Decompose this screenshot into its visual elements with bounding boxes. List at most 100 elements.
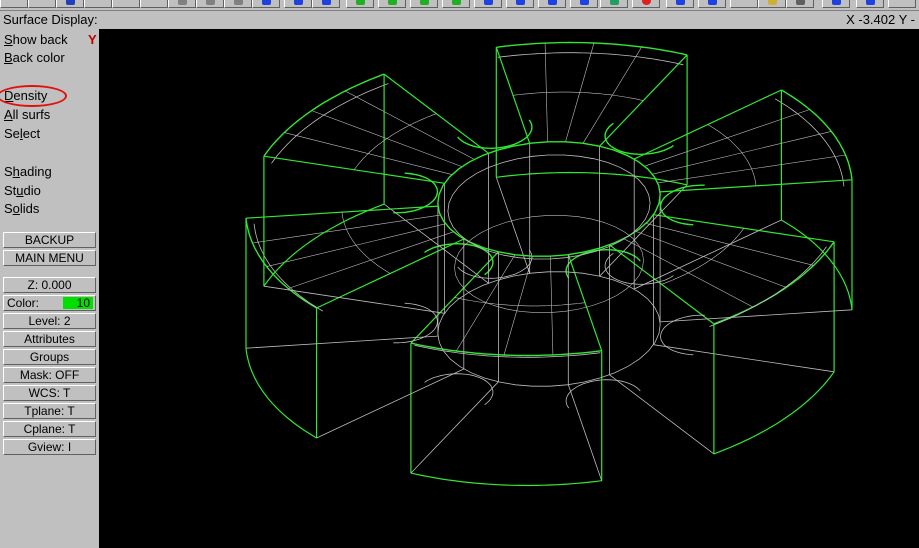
toolbar-button[interactable]: [730, 0, 758, 8]
prompt-bar: Surface Display: X -3.402 Y -: [0, 11, 919, 29]
radial-edge-top: [495, 47, 531, 144]
radial-edge-bottom: [634, 219, 782, 290]
radial-edge-top: [567, 254, 603, 351]
toolbar-button[interactable]: [786, 0, 814, 8]
toolbar-button[interactable]: [196, 0, 224, 8]
cube-view-icon: [548, 0, 557, 5]
attributes-button[interactable]: Attributes: [3, 331, 96, 347]
toolbar-button[interactable]: [28, 0, 56, 8]
toolbar-button[interactable]: [442, 0, 470, 8]
radial-edge-bottom: [609, 374, 715, 455]
toolbar-button[interactable]: [284, 0, 312, 8]
radial-edge-bottom: [567, 384, 603, 481]
radial-edge-top: [383, 73, 489, 154]
backup-button[interactable]: BACKUP: [3, 232, 96, 248]
color-button[interactable]: Color: 10: [3, 295, 96, 311]
shade-icon: [610, 0, 619, 5]
cube-view-icon: [356, 0, 365, 5]
toolbar-button[interactable]: [224, 0, 252, 8]
stop-icon: [642, 0, 651, 5]
radial-edge-bottom: [495, 177, 531, 274]
menu-item-select[interactable]: Select: [4, 126, 40, 142]
toolbar-button[interactable]: [252, 0, 280, 8]
menu-item-all-surfs[interactable]: All surfs: [4, 107, 50, 123]
slot-end-top: [457, 119, 533, 150]
toolbar-button[interactable]: [168, 0, 196, 8]
outer-edge-bottom: [245, 348, 317, 439]
outer-edge-top: [410, 342, 602, 357]
groups-button[interactable]: Groups: [3, 349, 96, 365]
menu-item-solids[interactable]: Solids: [4, 201, 39, 217]
toolbar-button[interactable]: [600, 0, 628, 8]
outer-fillet: [271, 83, 389, 164]
level-button[interactable]: Level: 2: [3, 313, 96, 329]
slot-end-bottom: [604, 252, 674, 285]
wireframe-model: [245, 41, 853, 487]
radial-edge-top: [599, 54, 688, 147]
cube-view-icon: [388, 0, 397, 5]
toolbar-button[interactable]: [698, 0, 726, 8]
window-icon: [832, 0, 841, 5]
toolbar-button[interactable]: [888, 0, 916, 8]
toolbar-button[interactable]: [0, 0, 28, 8]
menu-item-show-back[interactable]: Show back Y: [4, 32, 97, 48]
menu-item-studio[interactable]: Studio: [4, 183, 41, 199]
outer-edge-bottom: [781, 219, 853, 310]
wcs-button[interactable]: WCS: T: [3, 385, 96, 401]
toolbar-button[interactable]: [140, 0, 168, 8]
outer-edge-bottom: [410, 472, 602, 487]
show-back-value: Y: [88, 32, 97, 47]
cube-view-icon: [484, 0, 493, 5]
toolbar-button[interactable]: [474, 0, 502, 8]
toolbar-button[interactable]: [378, 0, 406, 8]
slot-end-bottom: [424, 373, 494, 406]
arrow-icon: [866, 0, 875, 5]
toolbar-button[interactable]: [822, 0, 850, 8]
toolbar-button[interactable]: [346, 0, 374, 8]
tplane-button[interactable]: Tplane: T: [3, 403, 96, 419]
hub-mid: [454, 215, 644, 313]
menu-item-shading[interactable]: Shading: [4, 164, 52, 180]
rotate-icon: [294, 0, 303, 5]
side-menu: Show back Y Back color Density All surfs …: [0, 29, 99, 548]
toolbar-button[interactable]: [312, 0, 340, 8]
toolbar-button[interactable]: [506, 0, 534, 8]
toolbar-button[interactable]: [56, 0, 84, 8]
hub-fillet: [447, 154, 651, 260]
radial-edge-bottom: [660, 309, 853, 323]
menu-item-back-color[interactable]: Back color: [4, 50, 65, 66]
file-icon: [768, 0, 777, 5]
toolbar-button[interactable]: [632, 0, 660, 8]
gview-button[interactable]: Gview: I: [3, 439, 96, 455]
radial-edge-bottom: [316, 368, 464, 439]
cube-view-icon: [420, 0, 429, 5]
cube-view-icon: [580, 0, 589, 5]
menu-title: Surface Display:: [3, 12, 98, 27]
radial-edge-bottom: [410, 381, 499, 474]
print-icon: [796, 0, 805, 5]
toolbar-button[interactable]: [570, 0, 598, 8]
cube-view-icon: [516, 0, 525, 5]
color-swatch: 10: [63, 297, 93, 309]
slot-end-top: [565, 248, 641, 279]
toolbar-button[interactable]: [758, 0, 786, 8]
toolbar-button[interactable]: [666, 0, 694, 8]
toolbar-button[interactable]: [112, 0, 140, 8]
toolbar-button[interactable]: [84, 0, 112, 8]
pen-icon: [206, 0, 215, 5]
iso-arc: [512, 91, 644, 101]
pen-icon: [178, 0, 187, 5]
graphics-viewport[interactable]: [99, 29, 919, 548]
toolbar-button[interactable]: [856, 0, 884, 8]
toolbar-button[interactable]: [538, 0, 566, 8]
cplane-button[interactable]: Cplane: T: [3, 421, 96, 437]
slot-end-bottom: [457, 249, 533, 279]
outer-fillet: [709, 246, 827, 327]
z-depth-button[interactable]: Z: 0.000: [3, 277, 96, 293]
main-menu-button[interactable]: MAIN MENU: [3, 250, 96, 266]
toolbar-button[interactable]: [410, 0, 438, 8]
mask-button[interactable]: Mask: OFF: [3, 367, 96, 383]
rotate-icon: [322, 0, 331, 5]
axis-icon: [262, 0, 271, 5]
radial-edge-bottom: [653, 344, 835, 373]
